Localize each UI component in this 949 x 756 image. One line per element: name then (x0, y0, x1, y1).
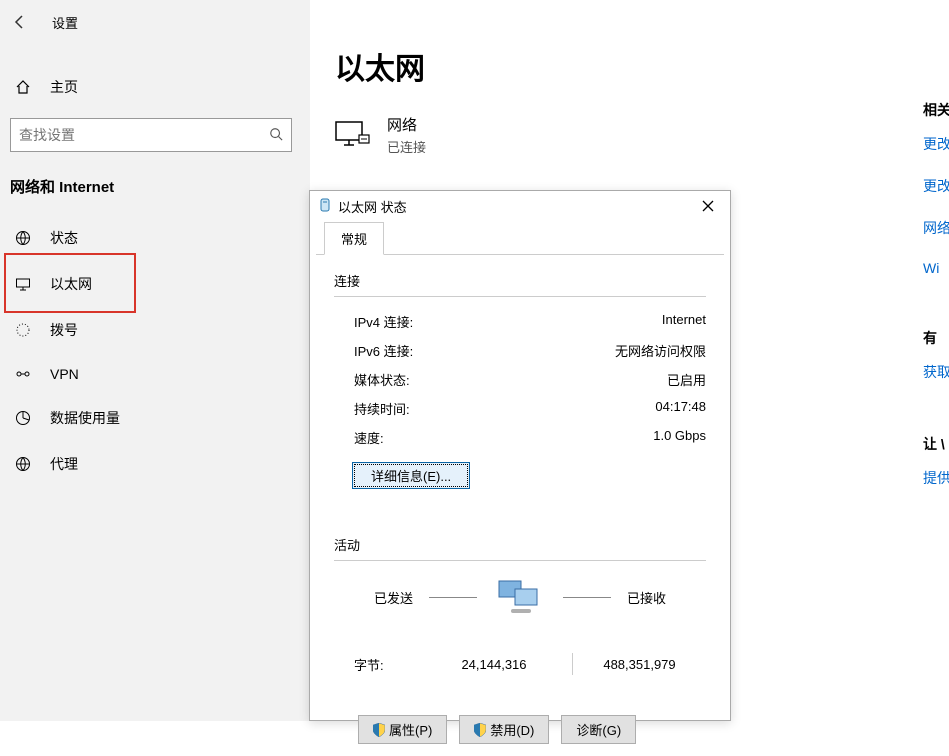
ethernet-status-dialog: 以太网 状态 常规 连接 IPv4 连接: Internet IPv6 连接: … (309, 190, 731, 721)
feedback-link[interactable]: 提供 (923, 468, 949, 488)
network-item[interactable]: 网络 已连接 (335, 114, 895, 156)
sidebar-item-ethernet[interactable]: 以太网 (0, 261, 310, 307)
row-speed: 速度: 1.0 Gbps (334, 423, 706, 452)
vpn-icon (14, 366, 32, 382)
divider (572, 653, 573, 675)
label: 媒体状态: (354, 370, 410, 389)
divider (334, 296, 706, 297)
sidebar-item-label: 代理 (50, 454, 78, 474)
dialog-titlebar[interactable]: 以太网 状态 (310, 191, 730, 221)
related-heading: 相关 (923, 100, 949, 120)
related-link[interactable]: 网络 (923, 218, 949, 238)
bytes-recv-value: 488,351,979 (581, 657, 698, 672)
sidebar-item-proxy[interactable]: 代理 (0, 441, 310, 487)
window-title: 设置 (52, 13, 78, 32)
button-label: 诊断(G) (576, 720, 621, 739)
network-status: 已连接 (387, 137, 426, 156)
activity-section-title: 活动 (334, 535, 706, 554)
bytes-row: 字节: 24,144,316 488,351,979 (334, 625, 706, 675)
main-content: 以太网 网络 已连接 (335, 44, 895, 156)
row-ipv4: IPv4 连接: Internet (334, 307, 706, 336)
dialog-tabs: 常规 (316, 221, 724, 255)
activity-section: 活动 已发送 已接收 字节: 24,144,316 (334, 535, 706, 675)
search-box[interactable] (10, 118, 292, 152)
shield-icon (474, 723, 486, 737)
globe-icon (14, 230, 32, 246)
home-icon (14, 79, 32, 95)
help-heading: 有 (923, 328, 949, 348)
related-link[interactable]: 更改 (923, 176, 949, 196)
sidebar-item-datausage[interactable]: 数据使用量 (0, 395, 310, 441)
sidebar-home[interactable]: 主页 (0, 64, 310, 110)
sidebar-item-dialup[interactable]: 拨号 (0, 307, 310, 353)
bytes-sent-value: 24,144,316 (424, 657, 564, 672)
network-monitor-icon (335, 121, 371, 149)
sidebar-home-label: 主页 (50, 77, 78, 97)
value: 已启用 (667, 370, 706, 389)
search-icon (269, 127, 283, 144)
label: 速度: (354, 428, 384, 447)
feedback-heading: 让 \ (923, 434, 949, 454)
sidebar-item-label: 状态 (50, 228, 78, 248)
line-decoration (563, 597, 611, 598)
close-button[interactable] (694, 195, 722, 217)
related-links-column: 相关 更改 更改 网络 Wi 有 获取 让 \ 提供 (923, 100, 949, 510)
label: IPv4 连接: (354, 312, 413, 331)
sidebar-item-label: 以太网 (50, 274, 92, 294)
row-ipv6: IPv6 连接: 无网络访问权限 (334, 336, 706, 365)
related-link[interactable]: 更改 (923, 134, 949, 154)
value: 1.0 Gbps (653, 428, 706, 447)
value: Internet (662, 312, 706, 331)
network-name: 网络 (387, 114, 426, 135)
titlebar-row: 设置 (0, 8, 310, 44)
settings-sidebar: 设置 主页 网络和 Internet 状态 以太网 (0, 0, 310, 721)
button-label: 属性(P) (389, 720, 432, 739)
activity-graphic-row: 已发送 已接收 (334, 575, 706, 619)
sidebar-item-label: 数据使用量 (50, 408, 120, 428)
properties-button[interactable]: 属性(P) (358, 715, 447, 744)
sidebar-item-label: VPN (50, 366, 79, 382)
dialog-title: 以太网 状态 (338, 197, 407, 216)
shield-icon (373, 723, 385, 737)
button-label: 禁用(D) (490, 720, 534, 739)
sidebar-section-title: 网络和 Internet (0, 170, 310, 207)
connection-section-title: 连接 (334, 271, 706, 290)
diagnose-button[interactable]: 诊断(G) (561, 715, 636, 744)
network-texts: 网络 已连接 (387, 114, 426, 156)
monitor-icon (14, 276, 32, 292)
tab-general[interactable]: 常规 (324, 222, 384, 255)
dialup-icon (14, 322, 32, 338)
related-link[interactable]: Wi (923, 260, 949, 276)
line-decoration (429, 597, 477, 598)
label: 持续时间: (354, 399, 410, 418)
row-media-state: 媒体状态: 已启用 (334, 365, 706, 394)
back-icon[interactable] (10, 12, 30, 32)
network-adapter-icon (318, 198, 332, 215)
row-duration: 持续时间: 04:17:48 (334, 394, 706, 423)
bytes-label: 字节: (354, 655, 424, 674)
sent-label: 已发送 (374, 588, 413, 607)
label: IPv6 连接: (354, 341, 413, 360)
dialog-button-row: 属性(P) 禁用(D) 诊断(G) (334, 675, 706, 744)
sidebar-nav-list: 状态 以太网 拨号 VPN 数据使用量 (0, 215, 310, 487)
computers-icon (493, 575, 547, 619)
details-button[interactable]: 详细信息(E)... (352, 462, 470, 489)
sidebar-item-label: 拨号 (50, 320, 78, 340)
sidebar-item-vpn[interactable]: VPN (0, 353, 310, 395)
divider (334, 560, 706, 561)
dialog-body: 连接 IPv4 连接: Internet IPv6 连接: 无网络访问权限 媒体… (310, 255, 730, 756)
sidebar-item-status[interactable]: 状态 (0, 215, 310, 261)
page-title: 以太网 (335, 44, 895, 88)
value: 04:17:48 (655, 399, 706, 418)
search-input[interactable] (19, 127, 259, 143)
value: 无网络访问权限 (615, 341, 706, 360)
help-link[interactable]: 获取 (923, 362, 949, 382)
disable-button[interactable]: 禁用(D) (459, 715, 549, 744)
globe-icon (14, 456, 32, 472)
recv-label: 已接收 (627, 588, 666, 607)
data-usage-icon (14, 410, 32, 426)
